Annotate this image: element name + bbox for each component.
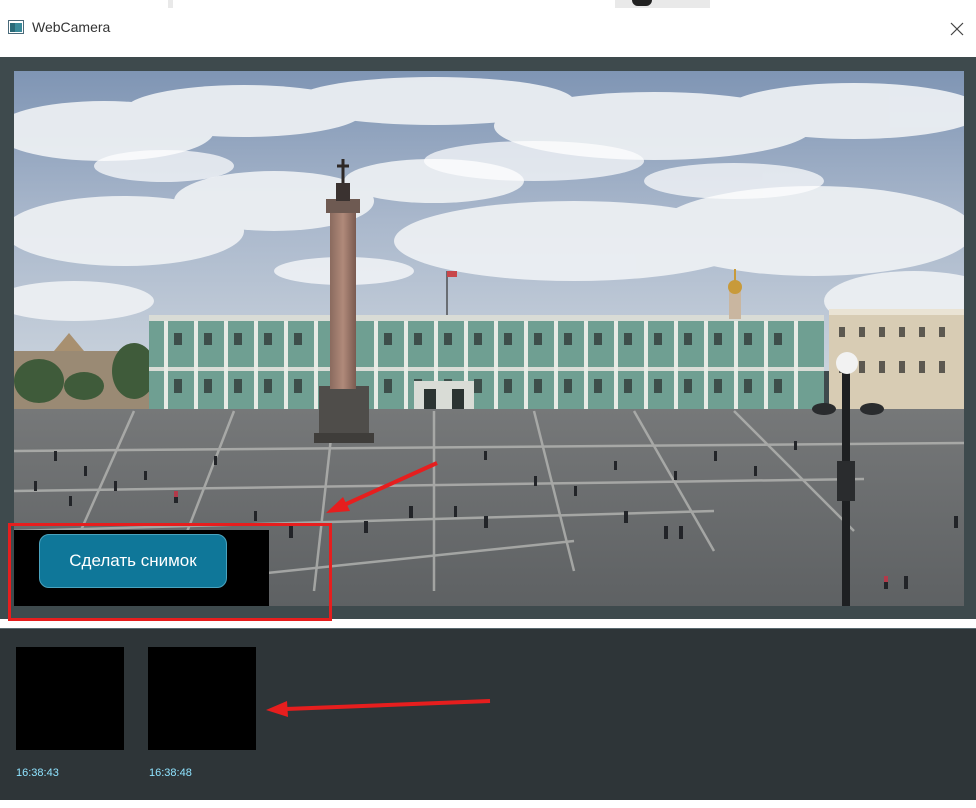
background-window-strip: [0, 0, 976, 8]
take-snapshot-button[interactable]: Сделать снимок: [39, 534, 227, 588]
snapshot-gallery: [0, 628, 976, 800]
snapshot-thumbnail[interactable]: [16, 647, 124, 750]
snapshot-time: 16:38:43: [16, 767, 59, 779]
background-avatar: [632, 0, 652, 6]
close-icon[interactable]: [940, 14, 972, 42]
window-title: WebCamera: [32, 19, 111, 35]
snapshot-thumbnail[interactable]: [148, 647, 256, 750]
snapshot-time: 16:38:48: [149, 767, 192, 779]
camera-video-feed: [14, 71, 964, 606]
app-window-icon: [8, 20, 24, 34]
window-titlebar: WebCamera: [0, 8, 976, 48]
